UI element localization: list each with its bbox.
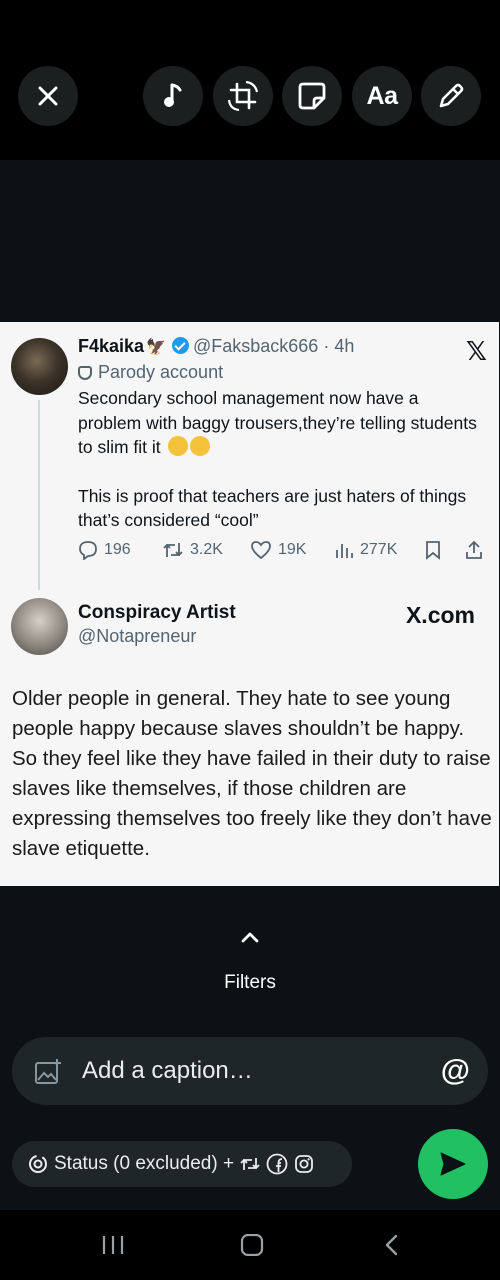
- parody-text: Parody account: [98, 362, 224, 382]
- filters-toggle[interactable]: Filters: [0, 930, 500, 994]
- text-tool-button[interactable]: Aa: [352, 66, 412, 126]
- home-icon[interactable]: [240, 1234, 264, 1256]
- laughing-emoji-icon: [167, 436, 188, 456]
- x-logo-icon: 𝕏: [466, 336, 487, 366]
- draw-button[interactable]: [421, 66, 481, 126]
- display-name: Conspiracy Artist: [78, 602, 236, 623]
- reply-icon: [79, 541, 97, 560]
- bookmark-icon: [426, 541, 440, 560]
- mask-icon: [78, 365, 92, 380]
- xcom-watermark: X.com: [405, 602, 475, 628]
- laughing-emoji-icon: [189, 436, 210, 456]
- sticker-button[interactable]: [282, 66, 342, 126]
- crop-rotate-icon: [227, 80, 259, 112]
- tweet-text: Secondary school management now have a p…: [78, 386, 478, 533]
- repost-count: 3.2K: [162, 540, 250, 560]
- heart-icon: [251, 541, 271, 560]
- caption-placeholder: Add a caption…: [82, 1057, 253, 1084]
- sticker-icon: [298, 82, 326, 110]
- editor-toolbar: Aa: [0, 0, 500, 160]
- recent-apps-icon[interactable]: [101, 1234, 125, 1256]
- music-button[interactable]: [143, 66, 203, 126]
- music-icon: [164, 83, 182, 107]
- facebook-icon: [266, 1153, 288, 1175]
- display-name: F4kaika: [78, 336, 145, 356]
- system-nav-bar: [0, 1210, 500, 1280]
- reply-count: 196: [78, 540, 162, 560]
- send-icon: [440, 1152, 466, 1176]
- add-image-icon[interactable]: [34, 1058, 62, 1086]
- repost-icon: [163, 543, 183, 557]
- repost-icon: [240, 1158, 260, 1170]
- mention-icon[interactable]: @: [441, 1054, 470, 1088]
- bookmark: [424, 540, 464, 560]
- close-icon: [38, 86, 58, 106]
- bird-emoji-icon: 🦅: [146, 339, 166, 356]
- handle-time: @Faksback666 · 4h: [192, 336, 355, 356]
- share-icon: [466, 540, 482, 559]
- tweet-text: Older people in general. They hate to se…: [12, 687, 492, 860]
- chevron-up-icon: [241, 932, 259, 943]
- like-count: 19K: [250, 540, 334, 560]
- tweet-actions: 196 3.2K 19K 277K: [78, 540, 490, 560]
- verified-badge-icon: [171, 337, 189, 354]
- tweet-paragraph: This is proof that teachers are just hat…: [78, 485, 467, 531]
- send-button[interactable]: [418, 1129, 488, 1199]
- status-audience-selector[interactable]: Status (0 excluded) +: [12, 1141, 352, 1187]
- status-label: Status (0 excluded) +: [54, 1153, 235, 1174]
- parody-label: Parody account: [78, 362, 223, 383]
- share: [464, 540, 484, 560]
- back-icon[interactable]: [382, 1234, 402, 1256]
- crop-rotate-button[interactable]: [213, 66, 273, 126]
- thread-line: [38, 400, 40, 590]
- filters-label: Filters: [224, 972, 276, 993]
- text-tool-label: Aa: [366, 81, 398, 110]
- close-button[interactable]: [18, 66, 78, 126]
- caption-input[interactable]: Add a caption… @: [12, 1037, 488, 1105]
- tweet-paragraph: Secondary school management now have a p…: [78, 388, 477, 457]
- views-icon: [336, 544, 353, 558]
- pencil-icon: [439, 83, 464, 108]
- tweet-header: F4kaika 🦅 @Faksback666 · 4h: [78, 336, 354, 357]
- shared-screenshot: F4kaika 🦅 @Faksback666 · 4h 𝕏 Parody accou…: [0, 322, 499, 886]
- instagram-icon: [295, 1155, 313, 1173]
- handle: @Notapreneur: [78, 626, 197, 646]
- avatar: [11, 338, 68, 395]
- status-icon: [29, 1155, 47, 1173]
- view-count: 277K: [334, 540, 424, 560]
- avatar: [11, 598, 68, 655]
